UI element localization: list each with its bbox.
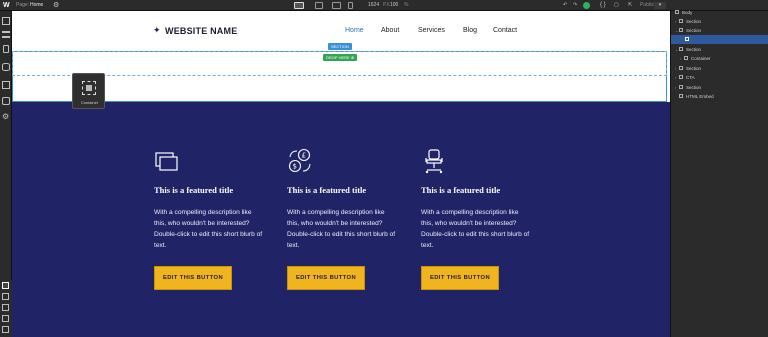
body-icon [675,10,679,14]
container-label: Container [80,100,99,105]
navigator-panel: Body › Section ⌄ Section ⌄ Section › Con… [670,8,768,337]
svg-text:£: £ [302,152,306,160]
navigator-row-section[interactable]: ⌄ Section [671,26,768,35]
section-icon [679,85,683,89]
nav-link-about[interactable]: About [381,27,399,34]
preview-mode-icon[interactable] [2,315,9,322]
feature-description[interactable]: With a compelling description like this,… [287,207,397,251]
zoom-unit: % [404,2,409,8]
section-icon [679,47,683,51]
tablet-breakpoint-icon[interactable] [315,2,323,9]
breakpoint-switcher [290,0,362,11]
redo-icon[interactable]: ↷ [573,0,577,11]
currency-exchange-icon: £ $ [288,148,311,173]
zoom-value[interactable]: 100 [390,0,398,11]
symbols-icon[interactable] [2,97,10,105]
grid-overlay-icon[interactable] [2,304,9,311]
drop-here-badge: DROP HERE ⊕ [323,54,358,61]
navigator-row-label: HTML Embed [686,94,714,99]
publish-dropdown-icon[interactable]: ▾ [654,2,666,9]
section-icon [679,19,683,23]
section-icon [679,28,683,32]
desktop-breakpoint-icon[interactable] [294,2,304,9]
container-icon [82,81,96,95]
feature-card[interactable]: This is a featured title With a compelli… [421,102,541,337]
feature-title[interactable]: This is a featured title [287,185,366,195]
embed-icon [679,94,683,98]
navigator-row-label: Section [686,19,702,24]
section-icon [679,75,683,79]
navigator-row-label: CTA [686,75,695,80]
feature-button[interactable]: EDIT THIS BUTTON [287,266,365,290]
pages-icon[interactable] [3,45,9,53]
help-icon[interactable] [2,326,9,333]
navigator-row-section[interactable]: › Section [671,83,768,92]
navigator-row-label: Section [686,47,702,52]
undo-icon[interactable]: ↶ [563,0,567,11]
save-status-icon [583,2,590,9]
select-tool-icon[interactable] [2,282,9,289]
navigator-row-section[interactable]: ⌄ Section [671,45,768,54]
container-drag-preview[interactable]: Container [72,73,105,109]
feature-description[interactable]: With a compelling description like this,… [154,207,264,251]
page-label: Page: [16,2,30,8]
svg-text:$: $ [293,163,297,171]
assets-icon[interactable] [2,81,10,89]
section-badge[interactable]: SECTION [328,43,352,50]
xray-icon[interactable] [2,293,9,300]
features-section[interactable]: This is a featured title With a compelli… [12,102,670,337]
mobile-landscape-icon[interactable] [332,2,341,9]
section-icon [679,66,683,70]
navigator-row-html-embed[interactable]: HTML Embed [671,92,768,101]
page-selector[interactable]: Home [30,0,43,11]
navigator-row-section[interactable]: › Section [671,17,768,26]
feature-button-label: EDIT THIS BUTTON [295,275,357,281]
element-icon [685,37,689,41]
code-export-icon[interactable]: { } [600,0,606,11]
top-toolbar: W Page: Home ⚙ 1624 PX 100 % ↶ ↷ { } ▢ ⇱… [0,0,768,11]
nav-link-home[interactable]: Home [345,27,364,34]
feature-button[interactable]: EDIT THIS BUTTON [154,266,232,290]
navigator-row-label: Section [686,66,702,71]
navigator-row-label: Section [686,28,702,33]
preview-icon[interactable]: ▢ [614,0,619,11]
navigator-row-selected[interactable] [671,35,768,44]
brand-star-icon: ✦ [153,25,161,35]
canvas-width-value[interactable]: 1624 [368,0,379,11]
feature-button-label: EDIT THIS BUTTON [429,275,491,281]
navigator-row-label: Container [691,56,711,61]
folders-icon [155,152,178,171]
bottom-left-dock [0,280,12,337]
navigator-row-section[interactable]: › Section [671,64,768,73]
feature-title[interactable]: This is a featured title [154,185,233,195]
container-icon [684,56,688,60]
nav-link-blog[interactable]: Blog [463,27,477,34]
add-panel-icon[interactable] [2,17,10,25]
nav-link-services[interactable]: Services [418,27,445,34]
brand-name[interactable]: WEBSITE NAME [165,26,237,36]
navigator-row-body[interactable]: Body [671,8,768,17]
webflow-logo[interactable]: W [3,0,10,11]
feature-description[interactable]: With a compelling description like this,… [421,207,531,251]
navigator-row-container[interactable]: › Container [671,54,768,63]
feature-title[interactable]: This is a featured title [421,185,500,195]
page-settings-icon[interactable]: ⚙ [53,0,59,11]
design-canvas[interactable]: ✦ WEBSITE NAME Home About Services Blog … [12,11,670,337]
share-icon[interactable]: ⇱ [628,0,632,11]
navigator-row-label: Body [682,10,693,15]
navigator-icon[interactable] [2,31,10,38]
feature-button-label: EDIT THIS BUTTON [162,275,224,281]
office-chair-icon [425,149,443,174]
feature-card[interactable]: £ $ This is a featured title With a comp… [287,102,407,337]
cms-icon[interactable] [2,63,10,71]
mobile-portrait-icon[interactable] [348,2,353,9]
feature-button[interactable]: EDIT THIS BUTTON [421,266,499,290]
settings-icon[interactable]: ⚙ [2,113,10,121]
canvas-width-unit: PX [383,2,390,8]
navigator-row-cta[interactable]: › CTA [671,73,768,82]
nav-link-contact[interactable]: Contact [493,27,517,34]
navigator-row-label: Section [686,85,702,90]
feature-card[interactable]: This is a featured title With a compelli… [154,102,274,337]
